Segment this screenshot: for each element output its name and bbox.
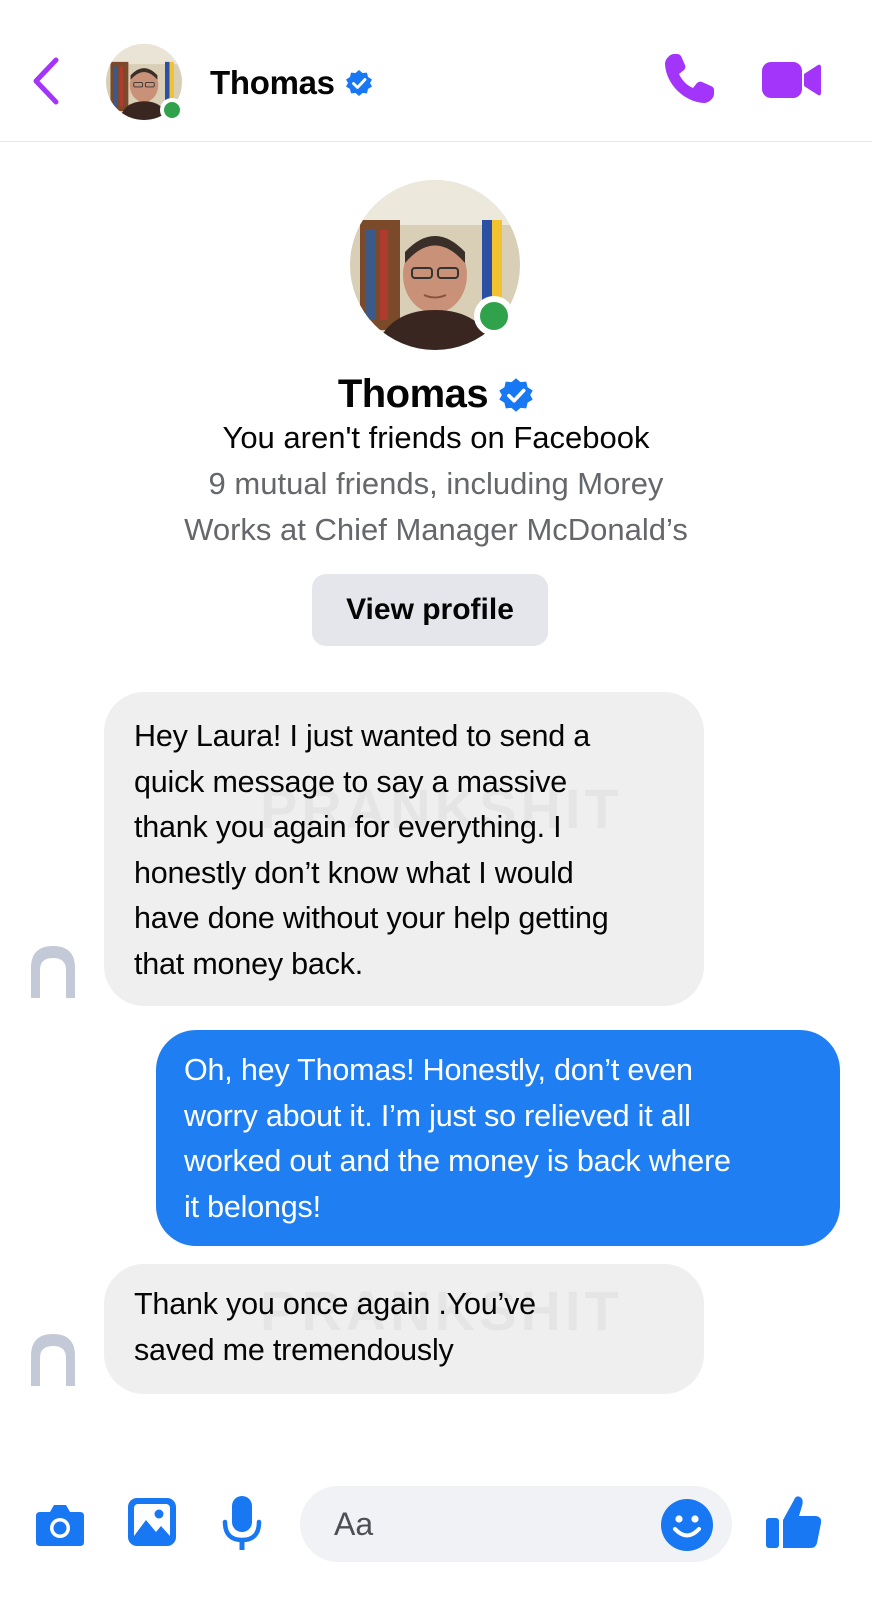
message-text-line: honestly don’t know what I would [134, 855, 574, 890]
sender-avatar-icon[interactable] [22, 1328, 84, 1390]
work-info: Works at Chief Manager McDonald’s [184, 512, 688, 547]
contact-name: Thomas [210, 64, 335, 101]
camera-icon[interactable] [34, 1500, 86, 1550]
microphone-icon[interactable] [220, 1494, 264, 1554]
message-text-line: Thank you once again .You’ve [134, 1287, 536, 1321]
contact-name-header[interactable]: Thomas [210, 64, 373, 102]
message-text-line: that money back. [134, 946, 364, 981]
phone-icon[interactable] [660, 50, 718, 108]
message-text-line: saved me tremendously [134, 1332, 454, 1367]
video-camera-icon[interactable] [760, 58, 822, 102]
outgoing-message[interactable]: Oh, hey Thomas! Honestly, don’t even wor… [156, 1030, 840, 1246]
incoming-message[interactable]: Hey Laura! I just wanted to send a quick… [104, 692, 704, 1006]
back-chevron-icon[interactable] [26, 52, 66, 110]
thumbs-up-icon[interactable] [764, 1492, 824, 1552]
message-text-line: Oh, hey Thomas! Honestly, don’t even [184, 1053, 693, 1087]
image-icon[interactable] [126, 1496, 178, 1548]
message-text-line: worked out and the money is back where [184, 1144, 731, 1178]
verified-badge-icon [345, 70, 372, 96]
friendship-status: You aren't friends on Facebook [222, 420, 650, 455]
message-text-line: quick message to say a massive [134, 764, 568, 799]
message-text-line: have done without your help getting [134, 901, 609, 935]
profile-name: Thomas [337, 372, 489, 416]
sender-avatar-icon[interactable] [22, 940, 84, 1002]
message-text-line: Hey Laura! I just wanted to send a [134, 719, 591, 753]
view-profile-button[interactable]: View profile [312, 574, 548, 646]
smiley-icon[interactable] [660, 1498, 714, 1552]
message-text-line: worry about it. I’m just so relieved it … [184, 1098, 691, 1133]
incoming-message[interactable]: Thank you once again .You’ve saved me tr… [104, 1264, 704, 1394]
profile-name-row: Thomas [0, 372, 872, 417]
verified-badge-icon [499, 377, 533, 412]
mutual-friends: 9 mutual friends, including Morey [208, 466, 664, 501]
chat-header: Thomas [0, 0, 872, 142]
message-composer [0, 1470, 872, 1580]
profile-photo[interactable] [350, 180, 520, 350]
online-status-dot-large [474, 296, 514, 336]
message-text-line: thank you again for everything. I [134, 810, 562, 844]
contact-avatar[interactable] [106, 44, 184, 122]
online-status-dot [160, 98, 184, 122]
message-text-line: it belongs! [184, 1189, 321, 1224]
